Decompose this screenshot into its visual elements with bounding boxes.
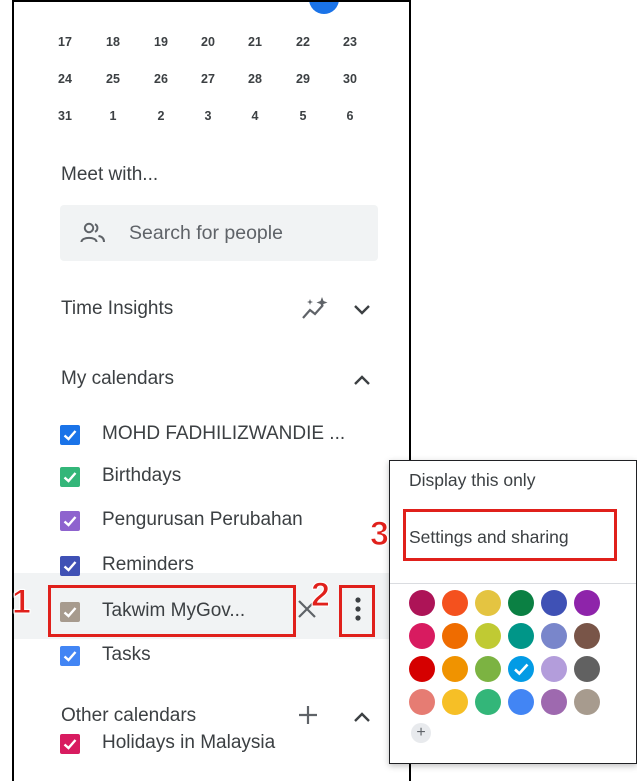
check-icon	[63, 472, 77, 483]
menu-divider	[390, 583, 636, 584]
check-icon	[63, 561, 77, 572]
color-swatch[interactable]	[508, 623, 534, 649]
calendar-options-menu: Display this only Settings and sharing +	[389, 460, 637, 764]
time-insights-title: Time Insights	[61, 298, 174, 319]
insights-sparkle-icon[interactable]	[301, 296, 329, 322]
color-swatch[interactable]	[409, 623, 435, 649]
mini-calendar-day[interactable]: 21	[240, 35, 270, 49]
add-calendar-icon[interactable]	[297, 704, 319, 726]
mini-calendar-day[interactable]: 5	[288, 109, 318, 123]
check-icon	[63, 651, 77, 662]
color-swatch[interactable]	[442, 689, 468, 715]
calendar-item-label: Birthdays	[102, 465, 182, 486]
chevron-up-icon[interactable]	[353, 711, 371, 723]
mini-calendar-day[interactable]: 22	[288, 35, 318, 49]
calendar-item-tasks[interactable]: Tasks	[60, 642, 390, 670]
color-swatch[interactable]	[409, 689, 435, 715]
mini-calendar-day[interactable]: 25	[98, 72, 128, 86]
chevron-up-icon[interactable]	[353, 374, 371, 386]
color-swatch[interactable]	[409, 656, 435, 682]
color-swatch[interactable]	[442, 623, 468, 649]
add-custom-color-button[interactable]: +	[411, 723, 431, 743]
calendar-item-holidays[interactable]: Holidays in Malaysia	[60, 730, 390, 758]
calendar-checkbox[interactable]	[60, 734, 80, 754]
color-swatch-selected[interactable]	[508, 656, 534, 682]
color-swatch[interactable]	[541, 623, 567, 649]
highlight-box-step1	[48, 585, 296, 637]
color-swatch[interactable]	[574, 689, 600, 715]
today-indicator[interactable]	[309, 2, 339, 14]
step-1-label: 1	[12, 583, 32, 622]
mini-calendar-week-3: 31 1 2 3 4 5 6	[50, 109, 390, 129]
mini-calendar-day[interactable]: 20	[193, 35, 223, 49]
calendar-item-reminders[interactable]: Reminders	[60, 552, 390, 580]
calendar-item-label: Reminders	[102, 554, 194, 575]
calendar-checkbox[interactable]	[60, 646, 80, 666]
step-2-label: 2	[311, 576, 331, 615]
mini-calendar-day[interactable]: 2	[146, 109, 176, 123]
color-swatch[interactable]	[475, 590, 501, 616]
highlight-box-step3	[403, 509, 617, 561]
check-icon	[63, 516, 77, 527]
calendar-sidebar: 17 18 19 20 21 22 23 24 25 26 27 28 29 3…	[12, 0, 411, 781]
check-icon	[63, 739, 77, 750]
color-swatch[interactable]	[442, 590, 468, 616]
mini-calendar-day[interactable]: 3	[193, 109, 223, 123]
mini-calendar-day[interactable]: 17	[50, 35, 80, 49]
check-icon	[514, 663, 529, 676]
calendar-checkbox[interactable]	[60, 511, 80, 531]
calendar-checkbox[interactable]	[60, 467, 80, 487]
color-swatch[interactable]	[574, 590, 600, 616]
calendar-item-label: MOHD FADHILIZWANDIE ...	[102, 423, 346, 444]
mini-calendar-day[interactable]: 28	[240, 72, 270, 86]
mini-calendar-day[interactable]: 30	[335, 72, 365, 86]
other-calendars-title: Other calendars	[61, 705, 197, 726]
color-swatch[interactable]	[574, 623, 600, 649]
mini-calendar-day[interactable]: 19	[146, 35, 176, 49]
mini-calendar-day[interactable]: 6	[335, 109, 365, 123]
color-swatch[interactable]	[541, 656, 567, 682]
calendar-item-mohd[interactable]: MOHD FADHILIZWANDIE ...	[60, 421, 390, 449]
search-people-placeholder: Search for people	[129, 222, 283, 244]
mini-calendar-day[interactable]: 23	[335, 35, 365, 49]
meet-with-title: Meet with...	[61, 164, 159, 185]
color-swatch[interactable]	[541, 689, 567, 715]
mini-calendar-day[interactable]: 29	[288, 72, 318, 86]
people-icon	[80, 222, 105, 243]
color-swatch[interactable]	[442, 656, 468, 682]
mini-calendar-day[interactable]: 26	[146, 72, 176, 86]
calendar-item-label: Holidays in Malaysia	[102, 732, 276, 753]
check-icon	[63, 430, 77, 441]
calendar-item-pengurusan[interactable]: Pengurusan Perubahan	[60, 507, 390, 535]
color-swatch[interactable]	[475, 623, 501, 649]
color-swatch[interactable]	[541, 590, 567, 616]
mini-calendar-week-1: 17 18 19 20 21 22 23	[50, 35, 390, 55]
color-swatch[interactable]	[409, 590, 435, 616]
chevron-down-icon[interactable]	[353, 304, 371, 316]
menu-item-display-only[interactable]: Display this only	[409, 470, 535, 491]
color-swatch[interactable]	[508, 689, 534, 715]
mini-calendar-day[interactable]: 1	[98, 109, 128, 123]
calendar-item-birthdays[interactable]: Birthdays	[60, 463, 390, 491]
color-swatch[interactable]	[508, 590, 534, 616]
step-3-label: 3	[370, 515, 390, 554]
mini-calendar-day[interactable]: 27	[193, 72, 223, 86]
calendar-checkbox[interactable]	[60, 425, 80, 445]
my-calendars-title: My calendars	[61, 368, 174, 389]
highlight-box-step2	[339, 585, 375, 637]
calendar-checkbox[interactable]	[60, 556, 80, 576]
calendar-item-label: Pengurusan Perubahan	[102, 509, 303, 530]
mini-calendar-day[interactable]: 18	[98, 35, 128, 49]
search-people-input[interactable]: Search for people	[60, 205, 378, 261]
calendar-item-label: Tasks	[102, 644, 151, 665]
mini-calendar-week-2: 24 25 26 27 28 29 30	[50, 72, 390, 92]
color-swatch[interactable]	[574, 656, 600, 682]
mini-calendar-day[interactable]: 4	[240, 109, 270, 123]
color-swatch[interactable]	[475, 656, 501, 682]
mini-calendar-day[interactable]: 24	[50, 72, 80, 86]
mini-calendar-day[interactable]: 31	[50, 109, 80, 123]
color-swatch[interactable]	[475, 689, 501, 715]
